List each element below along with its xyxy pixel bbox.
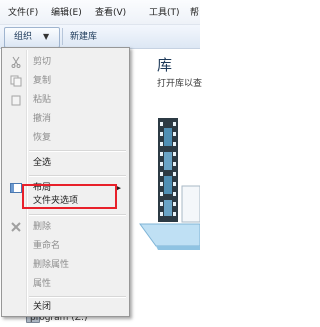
menu-bar: 文件(F) 编辑(E) 查看(V) 工具(T) 帮 <box>0 0 200 25</box>
toolbar-divider <box>62 28 63 45</box>
menu-item-delete[interactable]: 删除 <box>4 218 127 236</box>
menu-item-label: 重命名 <box>33 241 61 251</box>
page-title: 库 <box>157 56 173 74</box>
chevron-down-icon: ▼ <box>43 32 50 41</box>
menu-separator <box>29 214 126 216</box>
menu-edit[interactable]: 编辑(E) <box>51 7 82 19</box>
paste-icon <box>11 95 21 106</box>
menu-item-label: 粘贴 <box>33 95 52 105</box>
page-subtitle: 打开库以查 <box>157 79 203 89</box>
menu-file[interactable]: 文件(F) <box>8 7 38 19</box>
menu-item-label: 属性 <box>33 279 52 289</box>
menu-item-copy[interactable]: 复制 <box>4 72 127 90</box>
menu-item-close[interactable]: 关闭 <box>4 298 127 316</box>
menu-item-label: 删除属性 <box>33 260 70 270</box>
menu-item-rename[interactable]: 重命名 <box>4 237 127 255</box>
menu-item-properties[interactable]: 属性 <box>4 275 127 293</box>
menu-help[interactable]: 帮 <box>190 7 199 19</box>
menu-item-label: 剪切 <box>33 57 52 67</box>
new-library-button[interactable]: 新建库 <box>70 31 97 43</box>
menu-item-remove-properties[interactable]: 删除属性 <box>4 256 127 274</box>
organize-label: 组织 <box>14 32 33 42</box>
library-illustration-icon <box>139 118 200 250</box>
menu-item-cut[interactable]: 剪切 <box>4 53 127 71</box>
menu-item-label: 删除 <box>33 222 52 232</box>
menu-item-redo[interactable]: 恢复 <box>4 129 127 147</box>
highlight-annotation-box <box>22 184 117 209</box>
menu-view[interactable]: 查看(V) <box>95 7 126 19</box>
menu-separator <box>29 175 126 177</box>
menu-item-label: 全选 <box>33 158 52 168</box>
menu-separator <box>29 150 126 152</box>
menu-item-undo[interactable]: 撤消 <box>4 110 127 128</box>
menu-item-select-all[interactable]: 全选 <box>4 154 127 172</box>
command-bar: 组织 ▼ 新建库 <box>0 25 200 49</box>
delete-icon <box>11 222 21 232</box>
organize-button[interactable]: 组织 ▼ <box>4 27 60 48</box>
menu-item-paste[interactable]: 粘贴 <box>4 91 127 109</box>
menu-tools[interactable]: 工具(T) <box>149 7 180 19</box>
menu-item-label: 关闭 <box>33 302 52 312</box>
menu-item-label: 恢复 <box>33 133 52 143</box>
menu-item-label: 复制 <box>33 76 52 86</box>
copy-icon <box>10 75 22 87</box>
organize-dropdown-menu: 剪切 复制 粘贴 撤消 恢复 全选 布局 ▶ 文件夹选项 删除 重命名 删除属性… <box>1 47 130 317</box>
scissors-icon <box>11 56 21 68</box>
menu-item-label: 撤消 <box>33 114 52 124</box>
